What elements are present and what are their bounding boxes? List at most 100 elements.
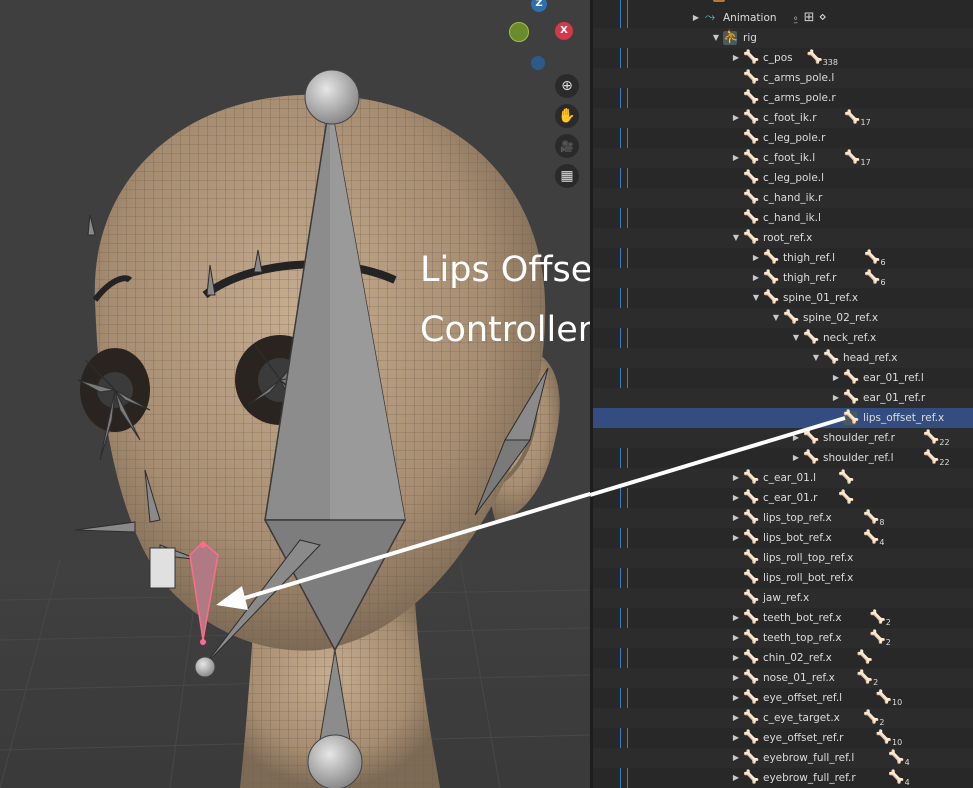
collapse-arrow-icon[interactable]: ▼ (791, 328, 801, 348)
child-count: 22 (939, 438, 950, 447)
outliner-row-nose-01-ref-x[interactable]: ▶ 🦴 nose_01_ref.x 🦴2 (593, 668, 973, 688)
expand-arrow-icon[interactable]: ▶ (691, 8, 701, 28)
row-restrict-icons[interactable]: ⍛ ⊞ ⋄ (792, 8, 827, 28)
outliner-row-c-ear-01-r[interactable]: ▶ 🦴 c_ear_01.r 🦴 (593, 488, 973, 508)
outliner-row-lips-offset-ref-x[interactable]: 🦴 lips_offset_ref.x (593, 408, 973, 428)
outliner-row-jaw-ref-x[interactable]: 🦴 jaw_ref.x (593, 588, 973, 608)
outliner-row-eye-offset-ref-l[interactable]: ▶ 🦴 eye_offset_ref.l 🦴10 (593, 688, 973, 708)
expand-arrow-icon[interactable]: ▶ (791, 448, 801, 468)
gizmo-x-axis[interactable]: X (555, 22, 573, 40)
child-count: 22 (939, 458, 950, 467)
outliner-row-shoulder-ref-l[interactable]: ▶ 🦴 shoulder_ref.l 🦴22 (593, 448, 973, 468)
outliner-panel[interactable]: rig ▶⤳Animation⍛ ⊞ ⋄▼⛹rig▶🦴c_pos🦴338🦴c_a… (593, 0, 973, 788)
outliner-row-lips-top-ref-x[interactable]: ▶ 🦴 lips_top_ref.x 🦴8 (593, 508, 973, 528)
collapse-arrow-icon[interactable]: ▼ (711, 28, 721, 48)
expand-arrow-icon[interactable]: ▶ (731, 668, 741, 688)
collapse-arrow-icon[interactable]: ▼ (731, 228, 741, 248)
outliner-row-spine-02-ref-x[interactable]: ▼ 🦴 spine_02_ref.x (593, 308, 973, 328)
outliner-row-thigh-ref-l[interactable]: ▶ 🦴 thigh_ref.l 🦴6 (593, 248, 973, 268)
expand-arrow-icon[interactable]: ▶ (831, 388, 841, 408)
outliner-row-c-leg-pole-r[interactable]: 🦴 c_leg_pole.r (593, 128, 973, 148)
child-bones-icon[interactable]: 🦴 (857, 648, 873, 668)
outliner-row-label: shoulder_ref.l (823, 452, 894, 464)
3d-viewport[interactable]: Z X ⊕ ✋ 🎥 ▦ Lips Offset Controller (0, 0, 590, 788)
expand-arrow-icon[interactable]: ▶ (831, 368, 841, 388)
outliner-row-teeth-top-ref-x[interactable]: ▶ 🦴 teeth_top_ref.x 🦴2 (593, 628, 973, 648)
outliner-row-ear-01-ref-l[interactable]: ▶ 🦴 ear_01_ref.l (593, 368, 973, 388)
collapse-arrow-icon[interactable]: ▼ (811, 348, 821, 368)
outliner-row-label: thigh_ref.l (783, 252, 835, 264)
outliner-row-rig[interactable]: ▼ ⛹ rig (593, 28, 973, 48)
expand-arrow-icon[interactable]: ▶ (731, 628, 741, 648)
outliner-row-c-ear-01-l[interactable]: ▶ 🦴 c_ear_01.l 🦴 (593, 468, 973, 488)
bone-icon: 🦴 (743, 190, 760, 205)
outliner-row-c-pos[interactable]: ▶ 🦴 c_pos 🦴338 (593, 48, 973, 68)
outliner-row-neck-ref-x[interactable]: ▼ 🦴 neck_ref.x (593, 328, 973, 348)
gizmo-z-axis[interactable]: Z (531, 0, 547, 12)
outliner-row-spine-01-ref-x[interactable]: ▼ 🦴 spine_01_ref.x (593, 288, 973, 308)
bone-icon: 🦴 (803, 450, 820, 465)
gizmo-y-axis[interactable] (509, 22, 529, 42)
expand-arrow-icon[interactable]: ▶ (731, 108, 741, 128)
outliner-row-ear-01-ref-r[interactable]: ▶ 🦴 ear_01_ref.r (593, 388, 973, 408)
outliner-row-lips-roll-top-ref-x[interactable]: 🦴 lips_roll_top_ref.x (593, 548, 973, 568)
expand-arrow-icon[interactable]: ▶ (731, 148, 741, 168)
outliner-row-root-ref-x[interactable]: ▼ 🦴 root_ref.x (593, 228, 973, 248)
outliner-row-head-ref-x[interactable]: ▼ 🦴 head_ref.x (593, 348, 973, 368)
outliner-row-c-eye-target-x[interactable]: ▶ 🦴 c_eye_target.x 🦴2 (593, 708, 973, 728)
collapse-arrow-icon[interactable]: ▼ (771, 308, 781, 328)
expand-arrow-icon[interactable]: ▶ (731, 468, 741, 488)
outliner-row-chin-02-ref-x[interactable]: ▶ 🦴 chin_02_ref.x 🦴 (593, 648, 973, 668)
expand-arrow-icon[interactable]: ▶ (731, 488, 741, 508)
outliner-row-c-arms-pole-r[interactable]: 🦴 c_arms_pole.r (593, 88, 973, 108)
zoom-icon[interactable]: ⊕ (555, 74, 579, 98)
outliner-row-c-leg-pole-l[interactable]: 🦴 c_leg_pole.l (593, 168, 973, 188)
outliner-row-thigh-ref-r[interactable]: ▶ 🦴 thigh_ref.r 🦴6 (593, 268, 973, 288)
bone-icon: 🦴 (838, 470, 855, 485)
outliner-row-c-foot-ik-l[interactable]: ▶ 🦴 c_foot_ik.l 🦴17 (593, 148, 973, 168)
bone-icon: 🦴 (838, 490, 855, 505)
armature-data-icon: ⛹ (723, 30, 740, 45)
outliner-row-label: rig (743, 32, 757, 44)
camera-icon[interactable]: 🎥 (555, 134, 579, 158)
collapse-arrow-icon[interactable]: ▼ (751, 288, 761, 308)
hand-icon[interactable]: ✋ (555, 104, 579, 128)
child-count: 2 (885, 618, 891, 627)
child-bones-icon[interactable]: 🦴4 (888, 768, 909, 788)
outliner-row-c-foot-ik-r[interactable]: ▶ 🦴 c_foot_ik.r 🦴17 (593, 108, 973, 128)
expand-arrow-icon[interactable]: ▶ (731, 648, 741, 668)
expand-arrow-icon[interactable]: ▶ (731, 708, 741, 728)
child-count: 6 (880, 278, 886, 287)
outliner-row-eye-offset-ref-r[interactable]: ▶ 🦴 eye_offset_ref.r 🦴10 (593, 728, 973, 748)
outliner-row-lips-roll-bot-ref-x[interactable]: 🦴 lips_roll_bot_ref.x (593, 568, 973, 588)
outliner-row-label: c_hand_ik.r (763, 192, 823, 204)
expand-arrow-icon[interactable]: ▶ (731, 748, 741, 768)
expand-arrow-icon[interactable]: ▶ (731, 528, 741, 548)
outliner-row-animation[interactable]: ▶ ⤳ Animation ⍛ ⊞ ⋄ (593, 8, 973, 28)
outliner-row-shoulder-ref-r[interactable]: ▶ 🦴 shoulder_ref.r 🦴22 (593, 428, 973, 448)
child-bones-icon[interactable]: 🦴 (838, 468, 854, 488)
outliner-row-label: c_eye_target.x (763, 712, 840, 724)
bone-icon: 🦴 (856, 670, 874, 685)
bone-icon: 🦴 (743, 670, 760, 685)
outliner-row-teeth-bot-ref-x[interactable]: ▶ 🦴 teeth_bot_ref.x 🦴2 (593, 608, 973, 628)
outliner-row-eyebrow-full-ref-r[interactable]: ▶ 🦴 eyebrow_full_ref.r 🦴4 (593, 768, 973, 788)
expand-arrow-icon[interactable]: ▶ (751, 248, 761, 268)
expand-arrow-icon[interactable]: ▶ (731, 688, 741, 708)
expand-arrow-icon[interactable]: ▶ (751, 268, 761, 288)
expand-arrow-icon[interactable]: ▶ (731, 508, 741, 528)
outliner-row-c-hand-ik-l[interactable]: 🦴 c_hand_ik.l (593, 208, 973, 228)
expand-arrow-icon[interactable]: ▶ (791, 428, 801, 448)
grid-icon[interactable]: ▦ (555, 164, 579, 188)
child-bones-icon[interactable]: 🦴 (838, 488, 854, 508)
expand-arrow-icon[interactable]: ▶ (731, 608, 741, 628)
outliner-row-c-arms-pole-l[interactable]: 🦴 c_arms_pole.l (593, 68, 973, 88)
outliner-row-lips-bot-ref-x[interactable]: ▶ 🦴 lips_bot_ref.x 🦴4 (593, 528, 973, 548)
expand-arrow-icon[interactable]: ▶ (731, 768, 741, 788)
outliner-row-eyebrow-full-ref-l[interactable]: ▶ 🦴 eyebrow_full_ref.l 🦴4 (593, 748, 973, 768)
child-count: 4 (904, 758, 910, 767)
outliner-row-c-hand-ik-r[interactable]: 🦴 c_hand_ik.r (593, 188, 973, 208)
expand-arrow-icon[interactable]: ▶ (731, 48, 741, 68)
gizmo-neg-z-axis[interactable] (531, 56, 545, 70)
expand-arrow-icon[interactable]: ▶ (731, 728, 741, 748)
